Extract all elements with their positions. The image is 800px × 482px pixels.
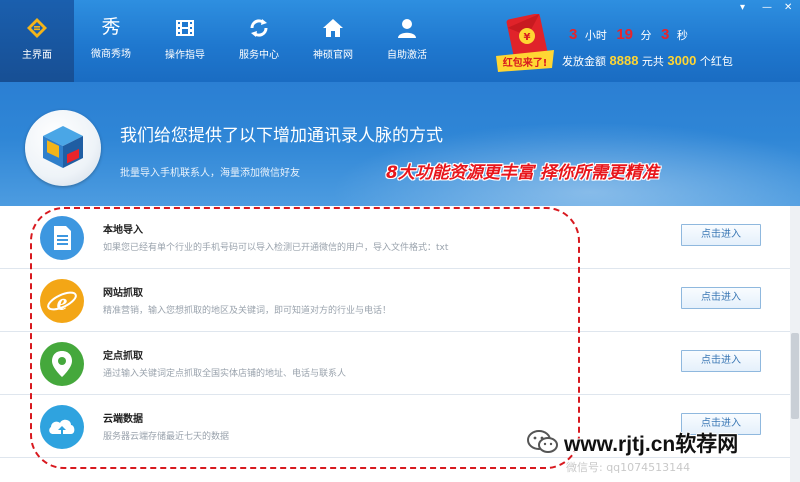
nav-item-home[interactable]: 主界面 — [0, 0, 74, 82]
list-item-desc: 通过输入关键词定点抓取全国实体店铺的地址、电话与联系人 — [103, 369, 347, 379]
list-item-title: 云端数据 — [103, 414, 143, 425]
enter-button[interactable]: 点击进入 — [681, 224, 761, 246]
banner: 我们给您提供了以下增加通讯录人脉的方式 批量导入手机联系人，海量添加微信好友 8… — [0, 82, 800, 206]
app-logo — [25, 110, 101, 186]
countdown-minutes-unit: 分 — [640, 29, 652, 42]
film-icon — [176, 20, 194, 36]
nav-item-service[interactable]: 服务中心 — [222, 0, 296, 82]
red-envelope-icon[interactable]: ¥ 红包来了! — [492, 14, 558, 76]
menu-dropdown-icon[interactable]: ▾ — [740, 3, 745, 13]
list-item-title: 网站抓取 — [103, 288, 143, 299]
nav-item-guide[interactable]: 操作指导 — [148, 0, 222, 82]
promo-count-unit: 个红包 — [699, 55, 733, 68]
wechat-logo-icon — [527, 430, 558, 453]
promo-total-prefix: 发放金额 — [562, 55, 606, 68]
banner-title: 我们给您提供了以下增加通讯录人脉的方式 — [120, 126, 443, 146]
countdown-hours-unit: 小时 — [584, 29, 607, 42]
cloud-upload-icon — [40, 405, 84, 449]
close-button[interactable]: ✕ — [784, 3, 792, 13]
promo-amount: 8888 — [609, 53, 639, 68]
user-icon — [398, 19, 416, 38]
nav-label: 微商秀场 — [91, 49, 131, 60]
top-nav-bar: 主界面 秀 微商秀场 操作指导 服务中心 神硕官网 自助激活 ▾ — ✕ ¥ 红… — [0, 0, 800, 82]
watermark: www.rjtj.cn软荐网 微信号: qq1074513144 — [520, 418, 800, 482]
scrollbar-thumb[interactable] — [791, 333, 799, 419]
list-item-desc: 服务器云端存储最近七天的数据 — [103, 432, 230, 442]
list-item-desc: 如果您已经有单个行业的手机号码可以导入检测已开通微信的用户，导入文件格式：txt — [103, 243, 449, 253]
red-envelope-badge-text: 红包来了! — [503, 56, 548, 69]
countdown-hours: 3 — [569, 26, 578, 43]
watermark-site: www.rjtj.cn软荐网 — [564, 433, 739, 456]
enter-button[interactable]: 点击进入 — [681, 350, 761, 372]
banner-slogan: 8大功能资源更丰富 择你所需更精准 — [386, 163, 659, 183]
xiu-glyph-icon: 秀 — [101, 16, 121, 38]
promo-amount-unit: 元共 — [641, 55, 664, 68]
list-item-local-import: 本地导入 如果您已经有单个行业的手机号码可以导入检测已开通微信的用户，导入文件格… — [0, 206, 790, 269]
nav-label: 自助激活 — [387, 50, 427, 61]
list-item-desc: 精准营销，输入您想抓取的地区及关键词，即可知道对方的行业与电话！ — [103, 306, 392, 316]
minimize-button[interactable]: — — [762, 3, 772, 13]
countdown-minutes: 19 — [616, 26, 634, 43]
promo-total: 发放金额 8888 元共 3000 个红包 — [562, 53, 733, 69]
nav-label: 服务中心 — [239, 50, 279, 61]
countdown-seconds-unit: 秒 — [676, 29, 688, 42]
nav-item-showroom[interactable]: 秀 微商秀场 — [74, 0, 148, 82]
nav-label: 主界面 — [22, 50, 52, 61]
watermark-wechat: 微信号: qq1074513144 — [566, 461, 691, 474]
promo-count: 3000 — [667, 53, 697, 68]
nav-item-website[interactable]: 神硕官网 — [296, 0, 370, 82]
list-item-title: 定点抓取 — [103, 351, 143, 362]
nav-item-activate[interactable]: 自助激活 — [370, 0, 444, 82]
document-icon — [40, 216, 84, 260]
countdown-seconds: 3 — [661, 26, 670, 43]
list-item-web-crawl: e 网站抓取 精准营销，输入您想抓取的地区及关键词，即可知道对方的行业与电话！ … — [0, 269, 790, 332]
nav-label: 操作指导 — [165, 50, 205, 61]
house-icon — [323, 19, 343, 37]
home-logo-icon — [27, 18, 47, 38]
cube-logo-icon — [43, 126, 83, 168]
location-pin-icon — [40, 342, 84, 386]
browser-e-icon: e — [40, 279, 84, 323]
countdown-timer: 3 小时 19 分 3 秒 — [569, 26, 688, 43]
list-item-point-crawl: 定点抓取 通过输入关键词定点抓取全国实体店铺的地址、电话与联系人 点击进入 — [0, 332, 790, 395]
banner-subtitle: 批量导入手机联系人，海量添加微信好友 — [120, 168, 300, 179]
nav-label: 神硕官网 — [313, 50, 353, 61]
refresh-icon — [250, 19, 268, 37]
list-item-title: 本地导入 — [103, 225, 143, 236]
enter-button[interactable]: 点击进入 — [681, 287, 761, 309]
svg-text:¥: ¥ — [524, 32, 531, 43]
